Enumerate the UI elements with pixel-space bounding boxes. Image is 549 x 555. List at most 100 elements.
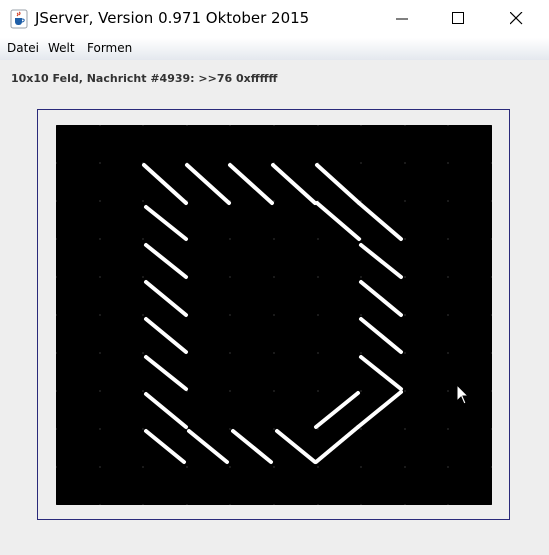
menu-datei[interactable]: Datei <box>7 41 39 55</box>
close-button[interactable] <box>494 0 540 38</box>
grid-dot <box>273 314 275 316</box>
grid-dot <box>56 428 57 430</box>
app-window: JServer, Version 0.971 Oktober 2015 Date… <box>0 0 549 555</box>
grid-dot <box>229 352 231 354</box>
grid-dot <box>404 352 406 354</box>
grid-dot <box>491 125 492 126</box>
grid-dot <box>447 352 449 354</box>
mouse-pointer-icon <box>456 384 470 405</box>
grid-dot <box>317 276 319 278</box>
grid-dot <box>447 162 449 164</box>
grid-dot <box>273 276 275 278</box>
grid-dot <box>273 466 275 468</box>
grid-dot <box>404 390 406 392</box>
grid-dot <box>317 504 319 505</box>
grid-dot <box>273 238 275 240</box>
grid-dot <box>56 466 57 468</box>
grid-dot <box>360 504 362 505</box>
menu-formen[interactable]: Formen <box>87 41 132 55</box>
grid-dot <box>404 314 406 316</box>
grid-dot <box>56 504 57 505</box>
grid-dot <box>56 125 57 126</box>
grid-dot <box>273 504 275 505</box>
grid-dot <box>56 238 57 240</box>
grid-dot <box>491 314 492 316</box>
grid-dot <box>360 314 362 316</box>
grid-dot <box>142 238 144 240</box>
grid-dot <box>404 504 406 505</box>
grid-dot <box>56 352 57 354</box>
grid-dot <box>99 200 101 202</box>
grid-dot <box>142 125 144 126</box>
grid-dot <box>99 466 101 468</box>
board-canvas[interactable] <box>56 125 492 505</box>
menu-bar <box>0 38 549 60</box>
grid-dot <box>447 314 449 316</box>
grid-dot <box>273 428 275 430</box>
grid-dot <box>491 162 492 164</box>
grid-dot <box>404 162 406 164</box>
minimize-icon <box>396 18 408 20</box>
grid-dot <box>447 390 449 392</box>
grid-dot <box>229 428 231 430</box>
grid-dot <box>273 200 275 202</box>
grid-dot <box>404 125 406 126</box>
grid-dot <box>317 390 319 392</box>
grid-dot <box>186 125 188 126</box>
grid-dot <box>491 200 492 202</box>
grid-dot <box>99 428 101 430</box>
menu-welt[interactable]: Welt <box>48 41 75 55</box>
grid-dot <box>404 466 406 468</box>
grid-dot <box>404 276 406 278</box>
grid-dot <box>229 466 231 468</box>
grid-dot <box>447 504 449 505</box>
grid-dot <box>142 314 144 316</box>
grid-dot <box>142 200 144 202</box>
grid-dot <box>99 314 101 316</box>
grid-dot <box>186 504 188 505</box>
grid-dot <box>142 390 144 392</box>
grid-dot <box>360 390 362 392</box>
grid-dot <box>99 125 101 126</box>
grid-dot <box>229 276 231 278</box>
grid-dot <box>447 125 449 126</box>
grid-dot <box>56 390 57 392</box>
grid-dot <box>404 238 406 240</box>
title-bar[interactable]: JServer, Version 0.971 Oktober 2015 <box>0 0 549 38</box>
window-title: JServer, Version 0.971 Oktober 2015 <box>35 9 310 27</box>
grid-dot <box>99 238 101 240</box>
grid-dot <box>273 390 275 392</box>
grid-dot <box>56 314 57 316</box>
grid-dot <box>360 466 362 468</box>
grid-dot <box>491 276 492 278</box>
grid-dot <box>142 504 144 505</box>
grid-dot <box>229 504 231 505</box>
grid-dot <box>404 428 406 430</box>
grid-dot <box>447 238 449 240</box>
grid-dot <box>56 162 57 164</box>
grid-dot <box>142 428 144 430</box>
grid-dot <box>186 466 188 468</box>
grid-dot <box>99 162 101 164</box>
grid-dot <box>360 162 362 164</box>
grid-dot <box>317 238 319 240</box>
grid-dot <box>447 428 449 430</box>
grid-dot <box>273 125 275 126</box>
grid-dot <box>56 276 57 278</box>
grid-dot <box>99 276 101 278</box>
grid-dot <box>491 238 492 240</box>
grid-dot <box>142 466 144 468</box>
status-message: 10x10 Feld, Nachricht #4939: >>76 0xffff… <box>11 72 278 85</box>
grid-dot <box>229 390 231 392</box>
grid-dot <box>273 352 275 354</box>
grid-dot <box>99 504 101 505</box>
grid-dot <box>56 200 57 202</box>
grid-dot <box>404 200 406 202</box>
grid-dot <box>491 390 492 392</box>
minimize-button[interactable] <box>380 0 426 38</box>
maximize-button[interactable] <box>436 0 482 38</box>
java-cup-icon <box>10 9 28 29</box>
grid-dot <box>99 390 101 392</box>
grid-dot <box>447 200 449 202</box>
grid-dot <box>360 276 362 278</box>
